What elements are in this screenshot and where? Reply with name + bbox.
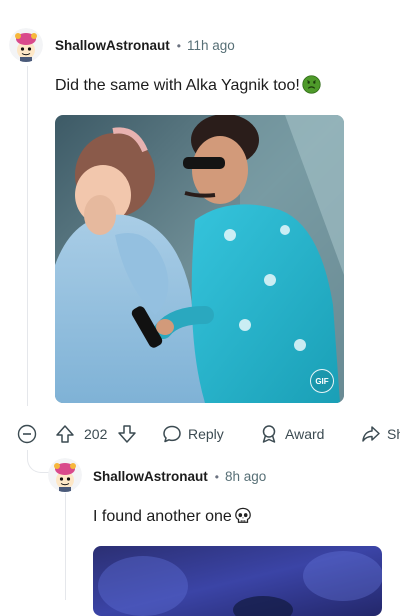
timestamp[interactable]: 11h ago: [187, 38, 235, 53]
comment-body: I found another one: [93, 507, 252, 530]
collapse-minus-icon: [17, 424, 37, 444]
avatar[interactable]: [48, 458, 82, 492]
nauseated-face-icon: [302, 75, 321, 99]
reply-button[interactable]: Reply: [162, 420, 224, 448]
reply-thread-line: [65, 493, 66, 600]
reply-thread-elbow: [27, 450, 50, 473]
award-label: Award: [285, 426, 325, 442]
reply-label: Reply: [188, 426, 224, 442]
share-label: Sh: [387, 426, 400, 442]
share-button[interactable]: Sh: [361, 420, 400, 448]
gif-badge: GIF: [310, 369, 334, 393]
vote-count: 202: [84, 426, 108, 442]
upvote-button[interactable]: [55, 420, 75, 448]
share-arrow-icon: [362, 426, 380, 442]
speech-bubble-icon: [163, 425, 181, 443]
username[interactable]: ShallowAstronaut: [93, 469, 208, 484]
separator-dot: •: [214, 469, 219, 484]
downvote-arrow-icon: [118, 425, 136, 443]
collapse-button[interactable]: [17, 420, 37, 448]
upvote-arrow-icon: [56, 425, 74, 443]
award-icon: [262, 425, 276, 443]
comment-header: ShallowAstronaut • 11h ago: [55, 38, 235, 53]
downvote-button[interactable]: [117, 420, 137, 448]
award-button[interactable]: Award: [259, 420, 324, 448]
comment-text: I found another one: [93, 508, 232, 525]
comment-text: Did the same with Alka Yagnik too!: [55, 77, 300, 94]
thread-line: [27, 66, 28, 406]
gif-media[interactable]: GIF: [55, 115, 344, 403]
gif-image: [55, 115, 344, 403]
comment-body: Did the same with Alka Yagnik too!: [55, 75, 321, 99]
skull-icon: [234, 507, 252, 530]
snoo-avatar-icon: [9, 28, 43, 62]
reply-media[interactable]: [93, 546, 382, 616]
comment-action-bar: 202 Reply Award Sh: [0, 420, 400, 448]
timestamp[interactable]: 8h ago: [225, 469, 266, 484]
username[interactable]: ShallowAstronaut: [55, 38, 170, 53]
comment-header: ShallowAstronaut • 8h ago: [93, 469, 266, 484]
separator-dot: •: [176, 38, 181, 53]
avatar[interactable]: [9, 28, 43, 62]
reply-image: [93, 546, 382, 616]
snoo-avatar-icon: [48, 458, 82, 492]
